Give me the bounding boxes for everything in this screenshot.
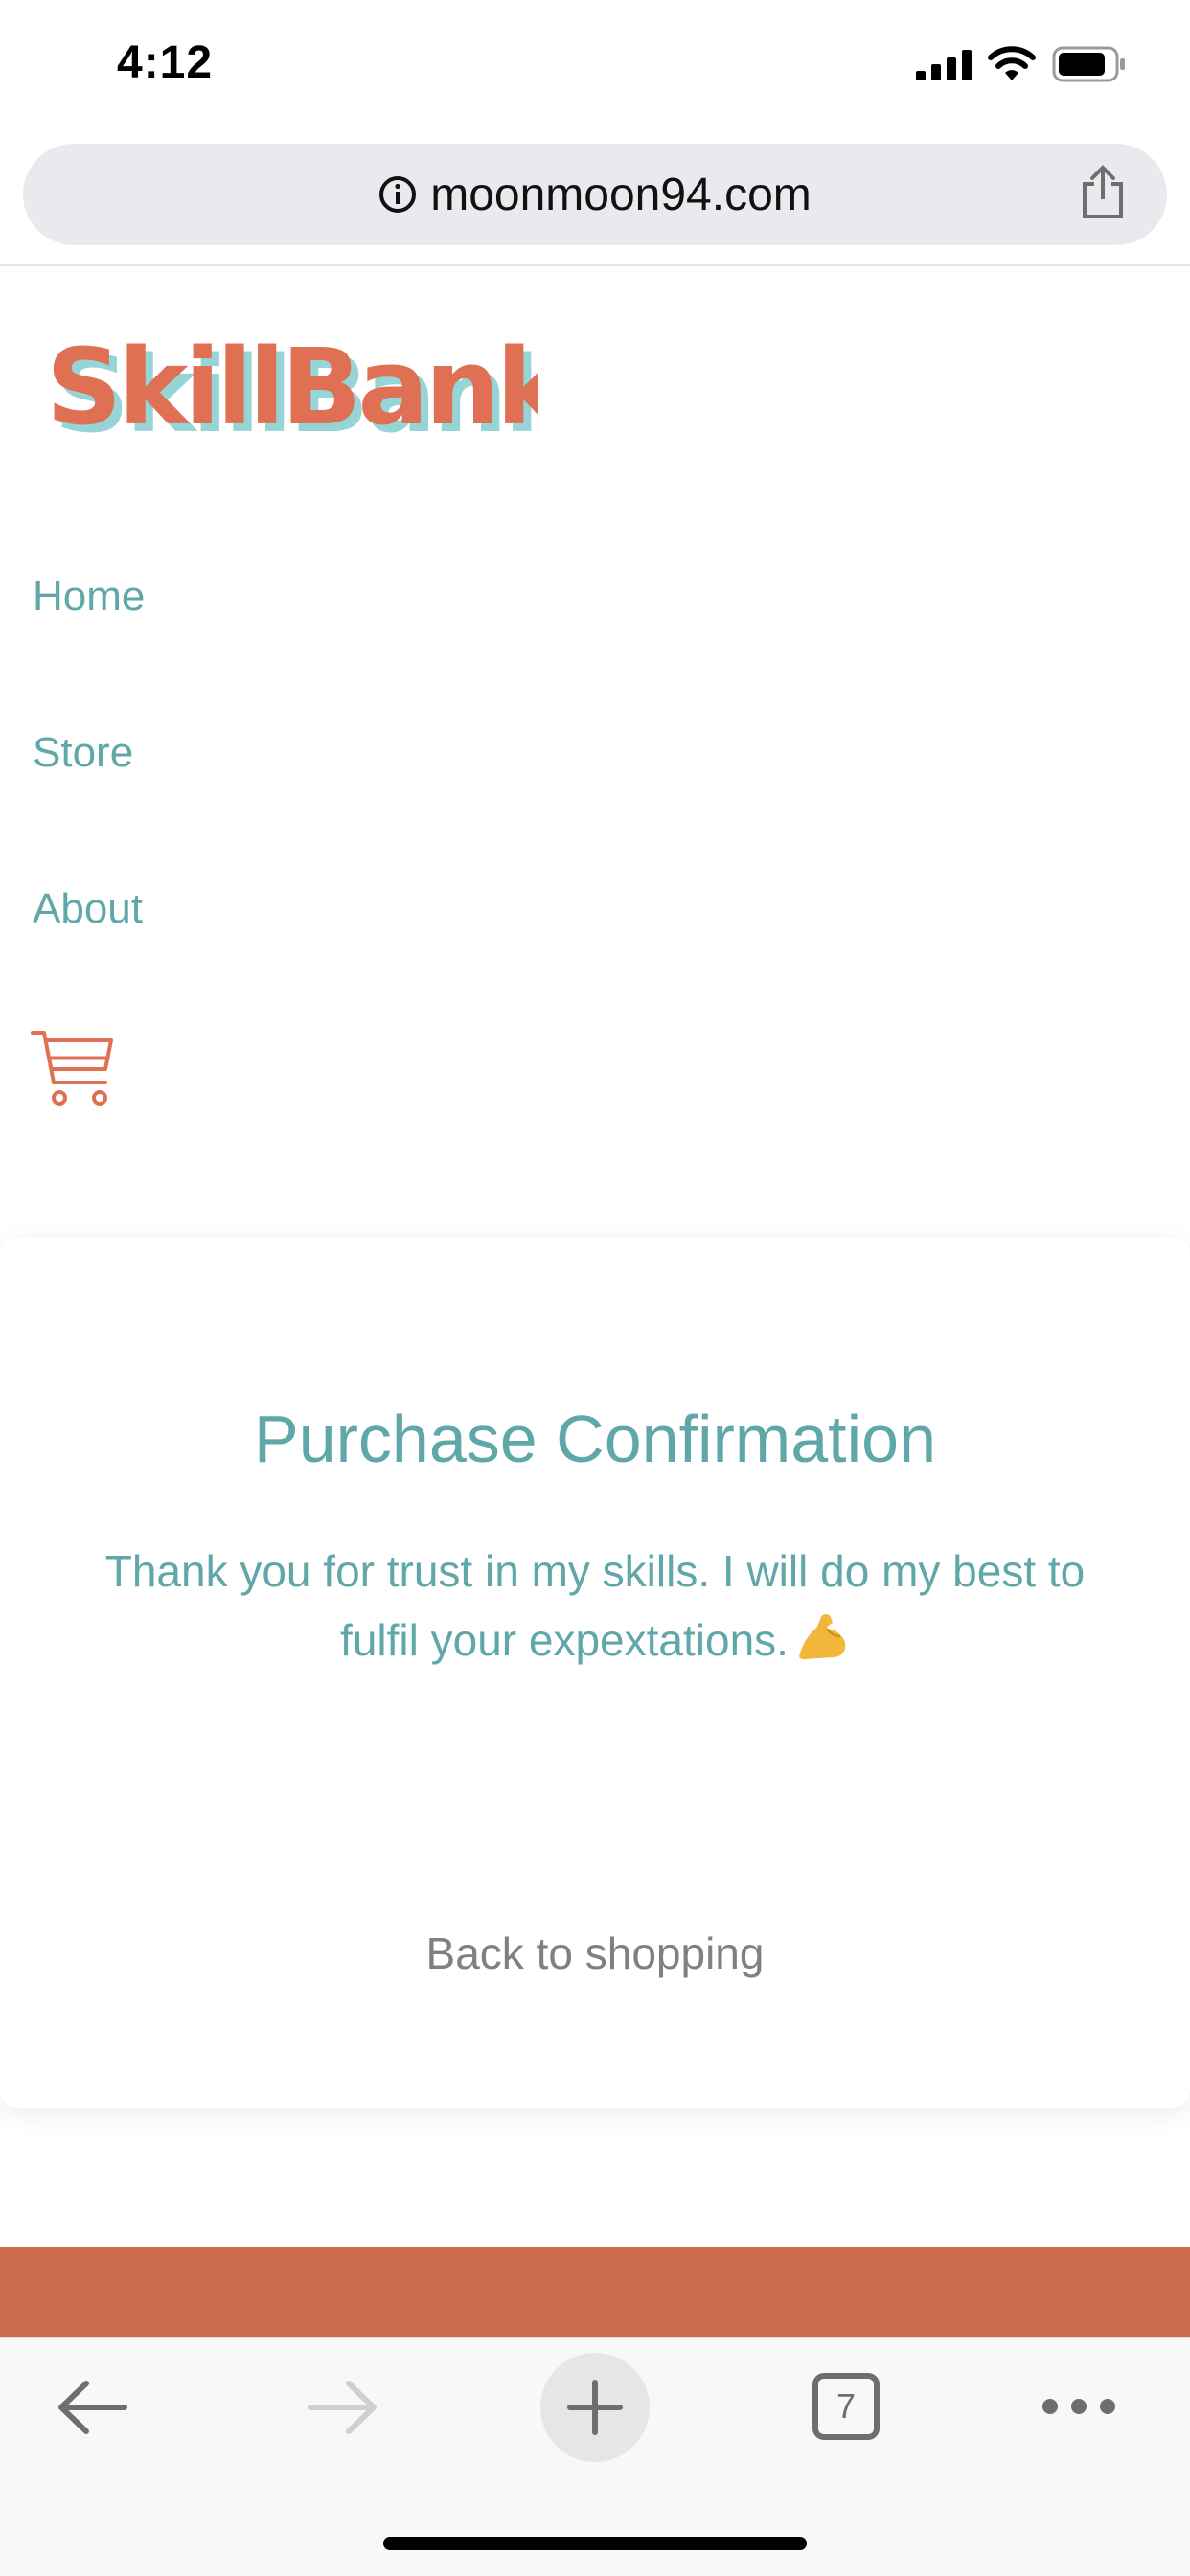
site-footer	[0, 2247, 1190, 2337]
forward-arrow-icon[interactable]	[301, 2374, 381, 2441]
confirmation-message-text: Thank you for trust in my skills. I will…	[104, 1546, 1086, 1665]
nav-home-link[interactable]: Home	[33, 573, 145, 621]
battery-icon	[1052, 46, 1125, 82]
flexed-biceps-emoji	[799, 1614, 846, 1659]
cellular-signal-icon	[916, 50, 972, 80]
url-text: moonmoon94.com	[430, 169, 812, 220]
address-bar[interactable]: moonmoon94.com	[23, 144, 1167, 245]
plus-icon	[567, 2380, 623, 2435]
info-icon[interactable]	[378, 175, 417, 214]
more-options-icon[interactable]	[1039, 2393, 1119, 2420]
status-time: 4:12	[117, 37, 214, 88]
svg-text:SkillBank: SkillBank	[46, 326, 538, 448]
tab-switcher-button[interactable]: 7	[812, 2373, 880, 2440]
nav-about-link[interactable]: About	[33, 885, 143, 933]
shopping-cart-icon[interactable]	[29, 1027, 117, 1109]
nav-store-link[interactable]: Store	[33, 729, 133, 777]
status-bar: 4:12	[0, 0, 1190, 134]
address-content: moonmoon94.com	[23, 144, 1167, 245]
back-arrow-icon[interactable]	[54, 2374, 134, 2441]
wifi-icon	[988, 46, 1036, 80]
home-indicator[interactable]	[383, 2537, 807, 2550]
skillbank-logo[interactable]: SkillBank SkillBank	[40, 324, 538, 458]
confirmation-message: Thank you for trust in my skills. I will…	[67, 1537, 1123, 1675]
back-to-shopping-link[interactable]: Back to shopping	[0, 1927, 1190, 1979]
page-title: Purchase Confirmation	[254, 1402, 936, 1476]
share-icon[interactable]	[1079, 165, 1127, 218]
new-tab-button[interactable]	[540, 2353, 650, 2462]
toolbar-divider	[0, 264, 1190, 266]
